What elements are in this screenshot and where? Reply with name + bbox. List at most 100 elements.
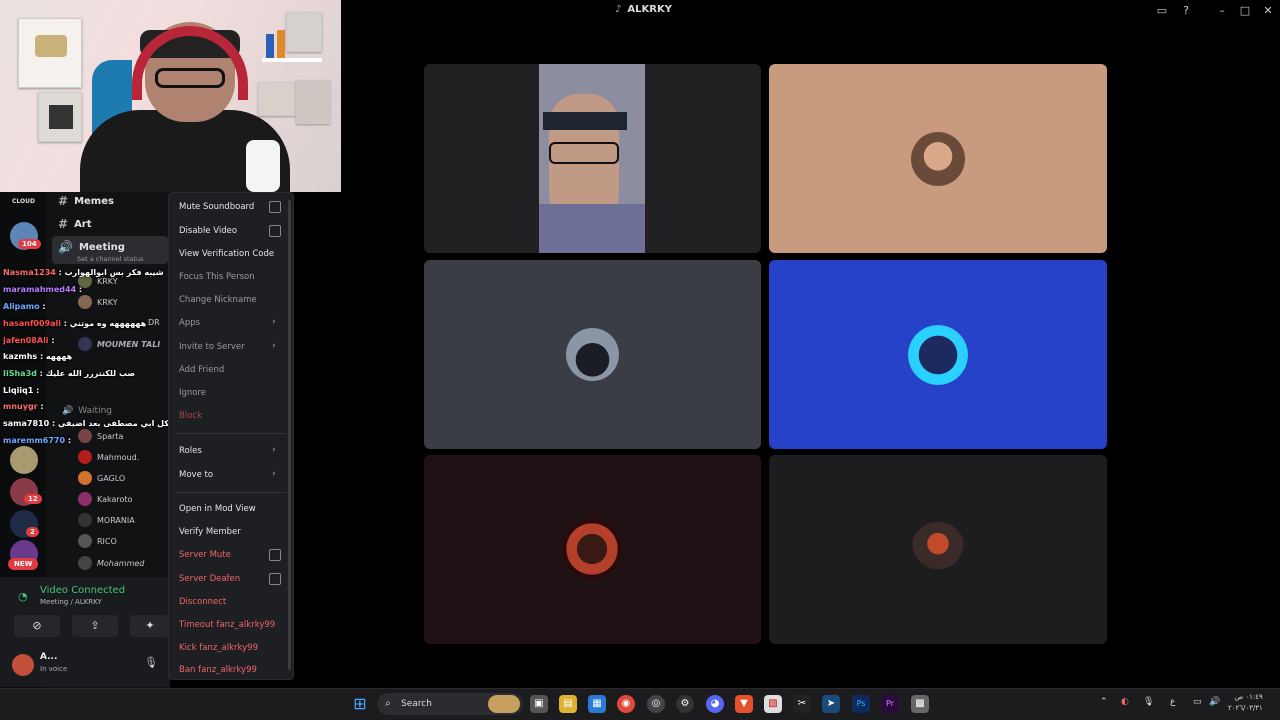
steam-icon[interactable]: ➤	[822, 695, 840, 713]
user-avatar[interactable]	[12, 654, 34, 676]
tray-app-icon[interactable]: ◐	[1121, 697, 1129, 707]
server-icon[interactable]	[10, 446, 38, 474]
maximize-button[interactable]: □	[1237, 3, 1253, 19]
video-tile[interactable]	[769, 455, 1107, 644]
chat-message: hasanf009ali : ههههههه وه موتني	[3, 319, 147, 328]
volume-icon[interactable]: 🔊	[1209, 697, 1220, 707]
voice-user[interactable]: Kakaroto	[78, 492, 132, 506]
menu-disable-video[interactable]: Disable Video	[179, 226, 237, 236]
chat-message: Nasma1234 : شيبه فكر بس ابوالهوارب	[3, 268, 164, 277]
menu-disconnect[interactable]: Disconnect	[179, 597, 226, 607]
menu-change-nickname[interactable]: Change Nickname	[179, 295, 257, 305]
text-channel-icon: #	[58, 217, 69, 231]
menu-block[interactable]: Block	[179, 411, 202, 421]
menu-move-to[interactable]: Move to	[179, 470, 213, 480]
chrome-icon[interactable]: ◉	[617, 695, 635, 713]
app-icon[interactable]: ▧	[764, 695, 782, 713]
app-icon[interactable]: ▩	[911, 695, 929, 713]
channel-meeting[interactable]: 🔊 Meeting	[58, 240, 125, 254]
capcut-icon[interactable]: ✂	[793, 695, 811, 713]
chevron-right-icon: ›	[272, 445, 276, 455]
avatar	[78, 295, 92, 309]
voice-user[interactable]: Sparta	[78, 429, 123, 443]
user-status: In voice	[40, 665, 68, 673]
microphone-icon[interactable]: 🎙	[144, 656, 158, 669]
channel-status[interactable]: Set a channel status	[77, 255, 144, 263]
voice-status-subtitle[interactable]: Meeting / ALKRKY	[40, 598, 102, 606]
server-mute-checkbox[interactable]	[269, 549, 281, 561]
screen: ♪ ALKRKY ▭ ? – □ ✕ CLOUD 104 12 2 NEW # …	[0, 0, 1280, 720]
screen-share-button[interactable]: ⇪	[72, 615, 118, 637]
channel-art[interactable]: # Art	[58, 217, 92, 231]
taskbar-clock[interactable]: ٠١:٤٩ ص ٢٠٢٦/٠٣/٣١	[1228, 692, 1263, 714]
menu-verify-member[interactable]: Verify Member	[179, 527, 241, 537]
steam-icon[interactable]: ⚙	[676, 695, 694, 713]
file-explorer-icon[interactable]: ▤	[559, 695, 577, 713]
windows-start-icon[interactable]: ⊞	[351, 695, 369, 713]
video-tile[interactable]	[424, 64, 761, 253]
language-indicator[interactable]: ع	[1170, 697, 1175, 707]
menu-apps[interactable]: Apps	[179, 318, 200, 328]
menu-open-mod-view[interactable]: Open in Mod View	[179, 504, 256, 514]
video-tile[interactable]	[769, 64, 1107, 253]
channel-memes[interactable]: # Memes	[58, 194, 114, 208]
video-tile[interactable]	[424, 260, 761, 449]
menu-invite-to-server[interactable]: Invite to Server	[179, 342, 245, 352]
app-icon[interactable]: ◎	[647, 695, 665, 713]
channel-waiting[interactable]: 🔊 Waiting	[62, 406, 112, 416]
menu-server-deafen[interactable]: Server Deafen	[179, 574, 240, 584]
streamer-webcam	[0, 0, 341, 192]
network-icon[interactable]: ▭	[1193, 697, 1202, 707]
menu-roles[interactable]: Roles	[179, 446, 202, 456]
activities-button[interactable]: ✦	[130, 615, 170, 637]
search-icon: ⌕	[385, 698, 391, 709]
unread-badge: 104	[18, 239, 41, 249]
chevron-right-icon: ›	[272, 469, 276, 479]
voice-user[interactable]: RICO	[78, 534, 117, 548]
voice-user[interactable]: Mohammed	[78, 556, 144, 570]
voice-status-title[interactable]: Video Connected	[40, 585, 125, 596]
menu-ban[interactable]: Ban fanz_alkrky99	[179, 665, 257, 675]
glasses	[155, 68, 225, 88]
camera-off-button[interactable]: ⊘	[14, 615, 60, 637]
mute-soundboard-checkbox[interactable]	[269, 201, 281, 213]
server-deafen-checkbox[interactable]	[269, 573, 281, 585]
close-button[interactable]: ✕	[1260, 3, 1276, 19]
disable-video-checkbox[interactable]	[269, 225, 281, 237]
avatar	[78, 471, 92, 485]
menu-kick[interactable]: Kick fanz_alkrky99	[179, 643, 258, 653]
store-icon[interactable]: ▦	[588, 695, 606, 713]
discord-icon[interactable]: ◕	[706, 695, 724, 713]
voice-user[interactable]: GAGLO	[78, 471, 125, 485]
task-view-icon[interactable]: ▣	[530, 695, 548, 713]
microphone-icon[interactable]: 🎙	[1143, 697, 1154, 707]
video-tile[interactable]	[769, 260, 1107, 449]
minimize-button[interactable]: –	[1214, 3, 1230, 19]
voice-user[interactable]: MORANIA	[78, 513, 135, 527]
inbox-icon[interactable]: ▭	[1154, 3, 1170, 19]
chat-message: Alipamo :	[3, 302, 46, 311]
menu-server-mute[interactable]: Server Mute	[179, 550, 231, 560]
menu-scrollbar[interactable]	[288, 200, 291, 670]
voice-user[interactable]: DR	[148, 318, 160, 327]
voice-user[interactable]: MOUMEN TALI	[78, 337, 160, 351]
menu-ignore[interactable]: Ignore	[179, 388, 206, 398]
menu-timeout[interactable]: Timeout fanz_alkrky99	[179, 620, 275, 630]
voice-user[interactable]: Mahmoud.	[78, 450, 139, 464]
menu-mute-soundboard[interactable]: Mute Soundboard	[179, 202, 254, 212]
menu-focus-person[interactable]: Focus This Person	[179, 272, 255, 282]
video-tile[interactable]	[424, 455, 761, 644]
brave-icon[interactable]: ▼	[735, 695, 753, 713]
menu-view-verification-code[interactable]: View Verification Code	[179, 249, 274, 259]
help-icon[interactable]: ?	[1178, 3, 1194, 19]
chat-message: sama7810 : شكل ابي مصطفى بعد اضيفي	[3, 419, 177, 428]
voice-user[interactable]: KRKY	[78, 295, 118, 309]
chevron-up-icon[interactable]: ⌃	[1100, 697, 1108, 707]
chat-message: maremm6770 :	[3, 436, 72, 445]
text-channel-icon: #	[58, 194, 69, 208]
chat-message: IiSha3d : صب للكنتررر الله عليك	[3, 369, 136, 378]
premiere-icon[interactable]: Pr	[881, 695, 899, 713]
menu-add-friend[interactable]: Add Friend	[179, 365, 224, 375]
avatar	[78, 556, 92, 570]
photoshop-icon[interactable]: Ps	[852, 695, 870, 713]
